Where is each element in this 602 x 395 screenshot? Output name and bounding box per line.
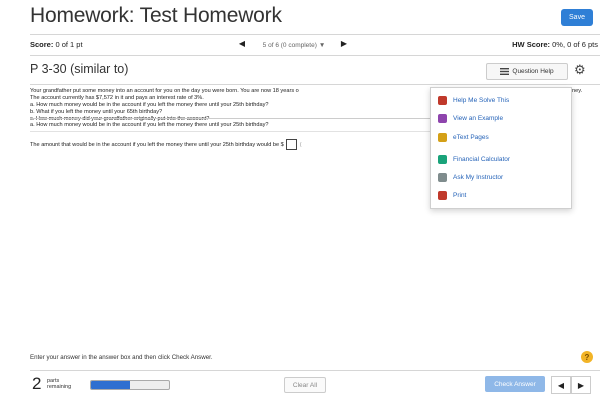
score-bar: Score: 0 of 1 pt ◀ 5 of 6 (0 complete) ▼… [0,37,602,53]
question-selector-label: 5 of 6 (0 complete) [262,41,317,49]
instruction-text: Enter your answer in the answer box and … [30,354,213,361]
question-help-button[interactable]: Question Help [486,63,568,80]
divider [30,84,600,85]
answer-prompt: The amount that would be in the account … [30,141,284,148]
problem-line: Your grandfather put some money into an … [30,88,299,94]
question-help-label: Question Help [512,68,554,75]
menu-item-label: View an Example [453,114,504,122]
question-title: P 3-30 (similar to) [30,62,129,76]
example-icon [437,113,447,123]
divider [30,34,600,35]
menu-item-label: Print [453,191,467,199]
menu-item-etext-pages[interactable]: eText Pages [431,128,571,146]
problem-line: a. How much money would be in the accoun… [30,102,269,108]
previous-button[interactable]: ◀ [551,376,571,394]
parts-remaining-count: 2 [32,374,42,393]
calculator-icon [437,154,447,164]
menu-item-label: Help Me Solve This [453,96,510,104]
parts-remaining-label: parts remaining [47,378,71,390]
menu-item-view-an-example[interactable]: View an Example [431,109,571,127]
question-bar: P 3-30 (similar to) Question Help ⚙ [0,58,602,82]
problem-line: The account currently has $7,572 in it a… [30,95,204,101]
next-question-button[interactable]: ▶ [336,39,352,51]
previous-question-button[interactable]: ◀ [233,39,251,51]
help-solve-icon [437,95,447,105]
list-icon [500,68,510,75]
progress-fill [91,381,130,389]
divider [30,131,430,132]
score: Score: 0 of 1 pt [30,40,83,49]
hw-score-label: HW Score: [512,40,551,49]
gear-icon[interactable]: ⚙ [574,62,586,78]
divider [30,118,430,119]
check-answer-button[interactable]: Check Answer [485,376,545,392]
menu-item-label: Financial Calculator [453,155,511,163]
score-value: 0 of 1 pt [55,40,83,49]
menu-item-print[interactable]: Print [431,186,571,204]
answer-tail: ( [299,141,302,148]
hint-icon[interactable]: ? [581,351,593,363]
progress-bar [90,380,170,390]
menu-item-label: eText Pages [453,133,489,141]
sub-question: a. How much money would be in the accoun… [30,122,269,128]
chevron-down-icon: ▼ [318,41,326,49]
problem-line: b. What if you left the money until your… [30,109,163,115]
page-title: Homework: Test Homework [30,4,282,27]
printer-icon [437,190,447,200]
footer: 2 parts remaining Clear All Check Answer… [0,373,602,395]
hw-score: HW Score: 0%, 0 of 6 pts [512,40,598,49]
save-button[interactable]: Save [561,9,593,26]
score-label: Score: [30,40,54,49]
instructor-icon [437,172,447,182]
divider [30,55,600,56]
menu-item-help-me-solve-this[interactable]: Help Me Solve This [431,91,571,109]
answer-input[interactable] [285,139,297,150]
book-icon [437,132,447,142]
menu-item-ask-my-instructor[interactable]: Ask My Instructor [431,168,571,186]
menu-item-financial-calculator[interactable]: Financial Calculator [431,150,571,168]
question-selector[interactable]: 5 of 6 (0 complete) ▼ [254,39,334,51]
problem-line-tail: ney. [572,88,583,94]
divider [30,370,600,371]
clear-all-button[interactable]: Clear All [284,377,326,393]
answer-line: The amount that would be in the account … [30,139,302,150]
header: Homework: Test Homework Save [0,0,602,32]
hw-score-value: 0%, 0 of 6 pts [552,40,598,49]
parts-label-line: remaining [47,384,72,390]
next-button[interactable]: ▶ [571,376,591,394]
question-help-menu: Help Me Solve This View an Example eText… [430,87,572,209]
menu-item-label: Ask My Instructor [453,173,504,181]
